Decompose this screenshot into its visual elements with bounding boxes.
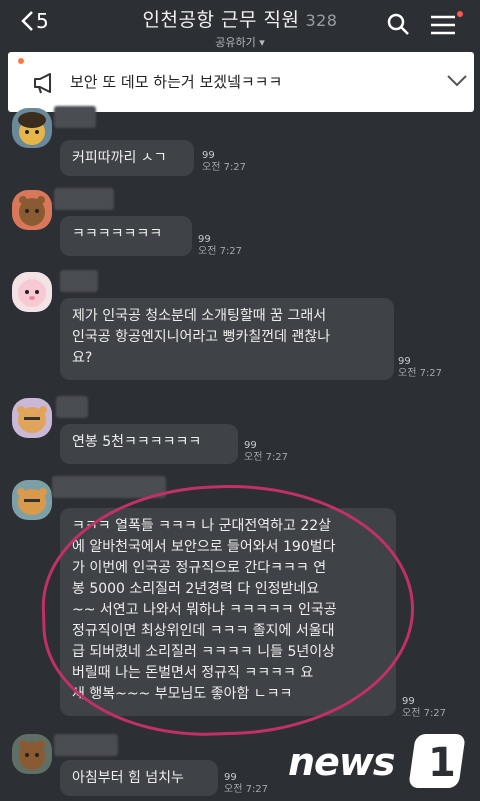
watermark-text: news [288,740,396,784]
message-text: ㅋㅋㅋㅋㅋㅋㅋ [72,226,163,242]
message-meta: 99 오전 7:27 [398,356,442,380]
watermark-digit: 1 [428,740,456,786]
timestamp: 오전 7:27 [402,708,447,719]
message-meta: 99 오전 7:27 [402,696,446,720]
message-text: 연봉 5천ㅋㅋㅋㅋㅋㅋ [72,434,202,450]
sender-name-redacted [56,396,88,418]
read-count: 99 [224,772,237,783]
avatar[interactable] [12,480,52,520]
chat-room-name: 인천공항 근무 직원 [142,9,300,31]
message-bubble[interactable]: 제가 인국공 청소분데 소개팅할때 꿈 그래서 인국공 항공엔지니어라고 뻥카칠… [60,298,394,380]
share-button[interactable]: 공유하기 ▾ [0,34,480,50]
read-count: 99 [402,696,415,707]
notice-dot [18,58,24,64]
timestamp: 오전 7:27 [244,452,289,463]
search-icon[interactable] [386,12,410,36]
sender-name-redacted [54,106,96,128]
message-bubble[interactable]: 아침부터 힘 넘치누 [60,760,218,796]
timestamp: 오전 7:27 [224,784,269,795]
avatar[interactable] [12,108,52,148]
message-text: 커피따까리 ㅅㄱ [72,150,167,166]
chat-header: 5 인천공항 근무 직원 328 공유하기 ▾ [0,0,480,50]
message-meta: 99 오전 7:27 [198,234,242,258]
timestamp: 오전 7:27 [198,246,243,257]
message-meta: 99 오전 7:27 [224,772,268,796]
message-bubble[interactable]: ㅋㅋㅋㅋㅋㅋㅋ [60,216,192,256]
notice-text: 보안 또 데모 하는거 보겠넼ㅋㅋㅋ [70,73,283,91]
message-line: 요? [72,350,93,366]
avatar[interactable] [12,398,52,438]
read-count: 99 [198,234,211,245]
message-line: 제가 인국공 청소분데 소개팅할때 꿈 그래서 [72,308,327,324]
message-bubble[interactable]: 연봉 5천ㅋㅋㅋㅋㅋㅋ [60,424,238,464]
avatar[interactable] [12,190,52,230]
read-count: 99 [202,150,215,161]
chevron-down-icon[interactable] [446,74,468,88]
timestamp: 오전 7:27 [398,368,443,379]
avatar[interactable] [12,272,52,312]
message-meta: 99 오전 7:27 [202,150,246,174]
sender-name-redacted [54,734,118,756]
read-count: 99 [398,356,411,367]
message-bubble[interactable]: 커피따까리 ㅅㄱ [60,140,194,176]
sender-name-redacted [60,270,98,292]
message-line: 인국공 항공엔지니어라고 뻥카칠껀데 괜찮나 [72,329,331,345]
avatar[interactable] [12,734,52,774]
news1-watermark-logo: news 1 [288,734,470,792]
notice-banner[interactable]: 보안 또 데모 하는거 보겠넼ㅋㅋㅋ [8,52,474,112]
menu-icon[interactable] [430,14,456,36]
notification-dot [457,11,463,17]
megaphone-icon [34,73,51,94]
message-meta: 99 오전 7:27 [244,440,288,464]
sender-name-redacted [54,188,114,210]
read-count: 99 [244,440,257,451]
message-text: 아침부터 힘 넘치누 [72,770,184,786]
timestamp: 오전 7:27 [202,162,247,173]
member-count: 328 [305,11,338,30]
